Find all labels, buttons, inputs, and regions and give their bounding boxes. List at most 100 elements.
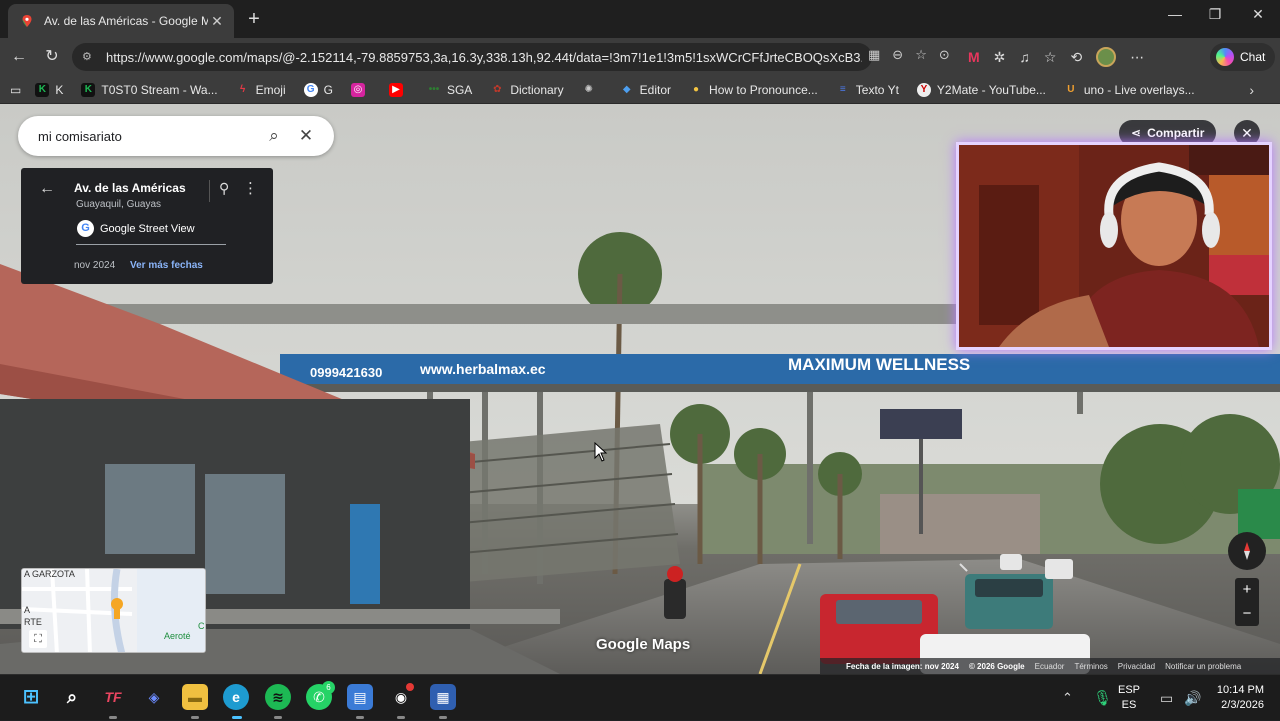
terms-link[interactable]: Términos [1074,662,1107,671]
recording-dot [406,683,414,691]
bookmark-item[interactable]: ◎ [350,82,371,97]
more-dates-link[interactable]: Ver más fechas [130,260,203,271]
bookmark-item[interactable]: ϟ Emoji [236,83,286,97]
media-icon[interactable]: ♫ [1019,49,1030,65]
minimap-label: A [24,605,31,615]
search-icon[interactable]: ⌕ [258,126,290,146]
compass-icon[interactable] [1228,532,1266,570]
microphone-icon[interactable]: 🎙 [1093,675,1112,721]
bookmark-item[interactable]: ✺ [582,83,602,97]
extensions-puzzle-icon[interactable]: ✲ [994,49,1006,66]
street-view-panorama[interactable]: 0999421630 www.herbalmax.ec MAXIMUM WELL… [0,104,1280,674]
mouse-cursor-icon [594,442,608,462]
reload-icon[interactable]: ↻ [41,46,63,68]
search-icon[interactable]: ⌕ [59,684,85,710]
zoom-icon[interactable]: ⊖ [892,47,903,63]
reading-view-icon[interactable]: ▭ [10,83,21,97]
windows-taskbar: ⊞ ⌕ TF ◈ ▬ e ≋ ✆ 6 ▤ ◉ ▦ ⌃ 🎙 ESP ES ▭ 🔊 … [0,674,1280,720]
bookmark-item[interactable]: GG [303,82,333,97]
attribution-bar: Fecha de la imagen: nov 2024 © 2026 Goog… [820,658,1280,674]
bookmark-item[interactable]: ••• SGA [427,83,473,97]
tab-title: Av. de las Américas - Google Maps [44,14,208,28]
profile-avatar[interactable] [1096,47,1117,67]
bookmark-item[interactable]: Y Y2Mate - YouTube... [916,82,1046,97]
menu-dots-icon[interactable]: ⋯ [1130,49,1144,66]
tab-google-maps[interactable]: Av. de las Américas - Google Maps ✕ [8,4,234,38]
compass-needle [1244,542,1250,560]
language-indicator[interactable]: ESP ES [1118,683,1140,713]
bookmark-item[interactable]: KK [35,82,63,97]
chevron-right-icon[interactable]: › [1249,82,1254,98]
minimap-label: A GARZOTA [24,569,75,579]
visual-studio-icon[interactable]: ◈ [141,684,167,710]
extensions-area: M ✲ ♫ ☆ ⟲ ⋯ [968,47,1144,67]
location-pin-icon[interactable]: ⚲ [219,180,229,197]
bolt-icon: ϟ [239,83,246,95]
maximize-icon[interactable]: ❐ [1200,6,1230,23]
tab-close-icon[interactable]: ✕ [208,13,226,30]
volume-icon[interactable]: 🔊 [1184,675,1201,721]
share-icon: ⋖ [1131,126,1142,140]
minimize-icon[interactable]: — [1160,6,1190,22]
network-icon[interactable]: ▭ [1160,675,1173,721]
favorites-icon[interactable]: ☆ [1044,49,1057,66]
bookmark-item[interactable]: ● How to Pronounce... [689,83,818,97]
report-problem-link[interactable]: Notificar un problema [1165,662,1241,671]
windows-start-icon[interactable]: ⊞ [18,684,44,710]
doc-icon: ≡ [839,83,846,95]
tf-app-icon[interactable]: TF [100,684,126,710]
tab-strip: Av. de las Américas - Google Maps ✕ + — … [0,0,1280,38]
active-indicator [232,716,242,719]
youtube-icon: ▶ [388,82,403,97]
capture-date: nov 2024 [74,260,116,271]
bookmark-item[interactable]: ✿ Dictionary [490,83,564,97]
zoom-out-icon[interactable]: − [1235,602,1259,626]
dictionary-icon: ✿ [493,83,502,95]
app-install-icon[interactable]: ▦ [868,47,880,63]
notepad-icon[interactable]: ▤ [347,684,373,710]
copilot-icon [1216,48,1234,66]
close-window-icon[interactable]: ✕ [1243,6,1273,23]
bookmark-item[interactable]: Uuno - Live overlays... [1064,83,1194,97]
spotify-icon[interactable]: ≋ [265,684,291,710]
zoom-in-icon[interactable]: + [1235,578,1259,602]
expand-map-icon[interactable]: ⛶ [29,630,47,648]
search-query: mi comisariato [38,128,122,144]
maps-search-box[interactable]: mi comisariato ⌕ ✕ [18,116,334,156]
file-explorer-icon[interactable]: ▬ [182,684,208,710]
new-tab-button[interactable]: + [244,8,264,31]
zoom-controls: + − [1235,578,1259,626]
minimap-label: RTE [24,617,42,627]
bookmark-star-icon[interactable]: ☆ [915,47,927,63]
tray-overflow-icon[interactable]: ⌃ [1062,675,1073,721]
bookmark-item[interactable]: ◆ Editor [620,83,671,97]
copilot-chat-button[interactable]: Chat [1210,43,1276,71]
back-icon[interactable]: ← [8,46,30,68]
extension-m-icon[interactable]: M [968,49,980,65]
bookmark-item[interactable]: K T0ST0 Stream - Wa... [81,82,218,97]
chat-label: Chat [1240,50,1266,64]
site-info-icon[interactable]: ⚙ [82,50,96,64]
omnibox-actions: ▦ ⊖ ☆ ⊙ [868,47,950,63]
edge-browser-icon[interactable]: e [223,684,249,710]
google-icon: G [303,82,318,97]
address-bar[interactable]: ⚙ https://www.google.com/maps/@-2.152114… [72,43,872,71]
bookmark-item[interactable]: ▶ [388,82,409,97]
calculator-icon[interactable]: ▦ [430,684,456,710]
clear-search-icon[interactable]: ✕ [290,126,322,146]
bookmark-item[interactable]: ≡ Texto Yt [836,83,899,97]
back-arrow-icon[interactable]: ← [39,180,55,198]
minimap-label: Aeroté [164,631,191,641]
bookmarks-bar: ▭ KK K T0ST0 Stream - Wa... ϟ Emoji GG ◎ ▶… [0,76,1280,104]
country-link[interactable]: Ecuador [1035,662,1065,671]
history-icon[interactable]: ⟲ [1070,49,1082,66]
whatsapp-badge: 6 [322,681,335,694]
dots-icon: ••• [428,83,440,95]
divider [76,244,226,245]
street-view-provider: G Google Street View [77,220,195,237]
minimap[interactable]: A GARZOTA A RTE C Aeroté ⛶ [21,568,206,653]
location-icon[interactable]: ⊙ [939,47,950,63]
more-options-icon[interactable]: ⋮ [243,179,258,197]
clock[interactable]: 10:14 PM 2/3/2026 [1208,683,1264,713]
privacy-link[interactable]: Privacidad [1118,662,1155,671]
